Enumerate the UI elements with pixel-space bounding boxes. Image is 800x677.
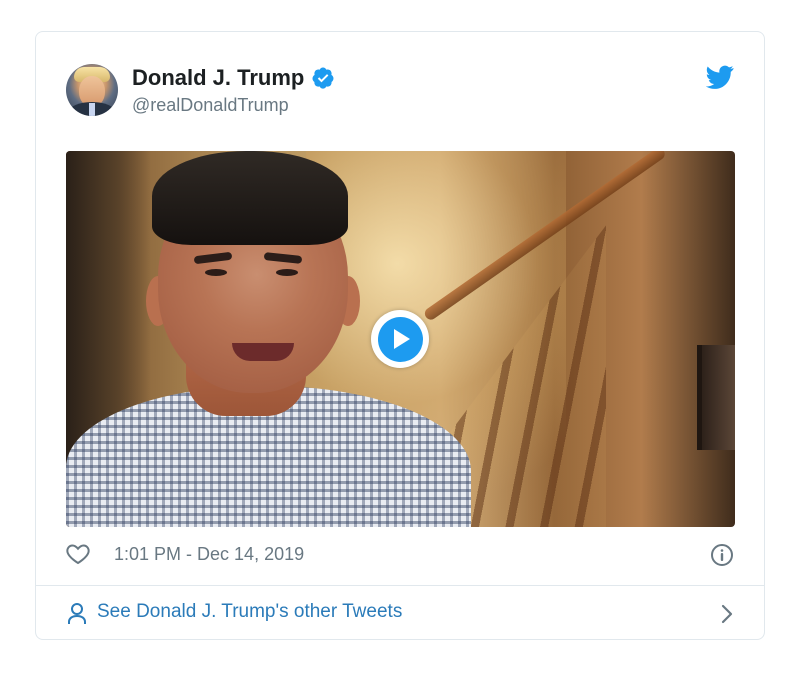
avatar-tie bbox=[89, 103, 95, 116]
tweet-meta-row: 1:01 PM - Dec 14, 2019 bbox=[66, 542, 734, 570]
play-triangle-icon bbox=[394, 329, 410, 349]
heart-icon[interactable] bbox=[66, 543, 90, 565]
video-person-hair bbox=[152, 151, 348, 245]
see-other-tweets-label[interactable]: See Donald J. Trump's other Tweets bbox=[97, 601, 402, 623]
author-handle[interactable]: @realDonaldTrump bbox=[132, 95, 289, 116]
tweet-timestamp[interactable]: 1:01 PM - Dec 14, 2019 bbox=[114, 544, 304, 565]
author-name-row[interactable]: Donald J. Trump bbox=[132, 65, 335, 91]
play-button-inner bbox=[377, 316, 423, 362]
tweet-header: Donald J. Trump @realDonaldTrump bbox=[66, 64, 734, 120]
author-display-name[interactable]: Donald J. Trump bbox=[132, 65, 304, 91]
twitter-bird-icon[interactable] bbox=[706, 65, 734, 89]
play-button-icon[interactable] bbox=[371, 310, 429, 368]
embedded-tweet-card: Donald J. Trump @realDonaldTrump 1:01 PM… bbox=[35, 31, 765, 640]
person-icon bbox=[68, 603, 86, 624]
verified-badge-icon bbox=[312, 67, 334, 89]
info-icon[interactable] bbox=[710, 543, 734, 567]
video-person-mouth bbox=[232, 343, 294, 361]
video-background-frame bbox=[697, 345, 735, 450]
author-avatar[interactable] bbox=[66, 64, 118, 116]
tweet-video[interactable] bbox=[66, 151, 735, 527]
chevron-right-icon[interactable] bbox=[720, 604, 734, 624]
see-other-tweets-link[interactable]: See Donald J. Trump's other Tweets bbox=[66, 597, 734, 633]
video-person-left-eye bbox=[205, 269, 227, 276]
video-person-right-eye bbox=[276, 269, 298, 276]
tweet-divider bbox=[36, 585, 764, 586]
